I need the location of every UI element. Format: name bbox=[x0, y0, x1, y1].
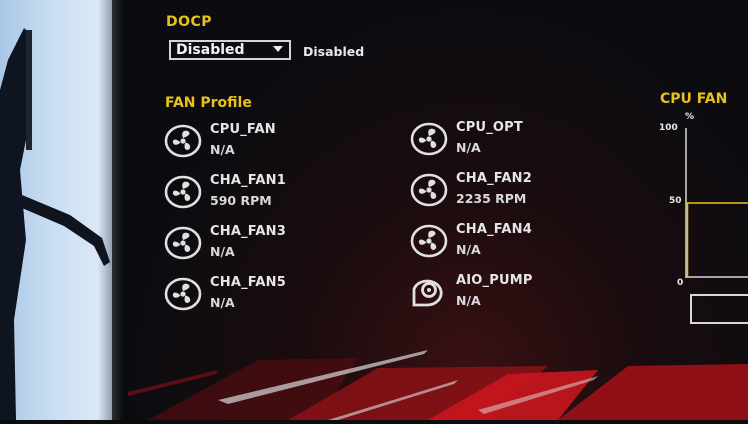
fan-value: N/A bbox=[210, 142, 235, 157]
photo-background bbox=[0, 0, 130, 420]
fan-icon bbox=[164, 226, 202, 260]
fan-icon bbox=[410, 122, 448, 156]
fan-icon bbox=[410, 224, 448, 258]
fan-name: CHA_FAN1 bbox=[210, 173, 286, 188]
graph-tick-50: 50 bbox=[669, 196, 682, 206]
bios-screen: DOCP Disabled Disabled FAN Profile CPU_F… bbox=[128, 0, 748, 420]
fan-value: 2235 RPM bbox=[456, 191, 527, 206]
fan-value: 590 RPM bbox=[210, 193, 272, 208]
pump-icon bbox=[412, 279, 443, 307]
fan-icon bbox=[410, 173, 448, 207]
graph-y-unit: % bbox=[685, 112, 695, 122]
fan-profile-title: FAN Profile bbox=[165, 95, 252, 111]
pc-case-silhouette bbox=[0, 28, 110, 420]
fan-name: CHA_FAN3 bbox=[210, 224, 286, 239]
graph-control-box[interactable] bbox=[690, 294, 748, 324]
cpu-fan-curve-graph[interactable] bbox=[685, 128, 748, 278]
fan-value: N/A bbox=[210, 295, 235, 310]
fan-value: N/A bbox=[456, 293, 481, 308]
fan-name: CHA_FAN5 bbox=[210, 275, 286, 290]
fan-icon bbox=[164, 124, 202, 158]
docp-selected-value: Disabled bbox=[176, 42, 245, 58]
fan-name: CPU_OPT bbox=[456, 120, 523, 135]
chevron-down-icon bbox=[273, 46, 283, 52]
decorative-red-artwork bbox=[128, 350, 748, 420]
fan-name: CPU_FAN bbox=[210, 122, 276, 137]
fan-icon bbox=[164, 277, 202, 311]
docp-status-text: Disabled bbox=[303, 44, 365, 59]
graph-tick-0: 0 bbox=[677, 278, 684, 288]
cpu-fan-graph-title: CPU FAN bbox=[660, 91, 728, 107]
fan-value: N/A bbox=[456, 140, 481, 155]
fan-value: N/A bbox=[456, 242, 481, 257]
fan-name: CHA_FAN4 bbox=[456, 222, 532, 237]
fan-value: N/A bbox=[210, 244, 235, 259]
fan-icon bbox=[164, 175, 202, 209]
fan-name: CHA_FAN2 bbox=[456, 171, 532, 186]
graph-tick-100: 100 bbox=[659, 123, 678, 133]
docp-dropdown[interactable]: Disabled bbox=[169, 40, 291, 60]
fan-name: AIO_PUMP bbox=[456, 273, 533, 288]
docp-title: DOCP bbox=[166, 14, 213, 30]
